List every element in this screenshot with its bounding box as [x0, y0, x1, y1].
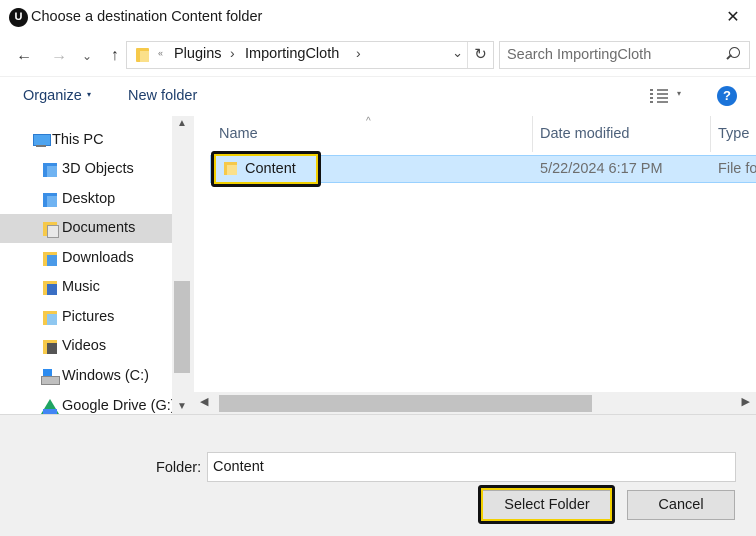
sidebar-item-label: Google Drive (G:): [62, 398, 176, 414]
dialog-footer: Folder: Select Folder Cancel: [0, 414, 756, 536]
sidebar-item-label: Windows (C:): [62, 368, 150, 384]
command-bar: Organize ▾ New folder ▾ ?: [0, 76, 756, 116]
sidebar-item-downloads[interactable]: Downloads: [0, 244, 172, 273]
back-button[interactable]: ←: [12, 44, 36, 68]
navigation-pane: This PC 3D Objects Desktop Documents Dow…: [0, 116, 176, 414]
file-date-modified: 5/22/2024 6:17 PM: [540, 161, 663, 177]
sidebar-item-windows-c[interactable]: Windows (C:): [0, 362, 172, 391]
sidebar-item-label: Music: [62, 279, 100, 295]
sidebar-item-3d-objects[interactable]: 3D Objects: [0, 155, 172, 184]
scroll-up-button[interactable]: ▲: [172, 118, 192, 129]
window-title: Choose a destination Content folder: [31, 9, 263, 25]
scrollbar-thumb[interactable]: [219, 395, 592, 412]
view-options-dropdown-icon[interactable]: ▾: [677, 89, 681, 98]
sidebar-item-label: This PC: [52, 132, 104, 148]
close-button[interactable]: ✕: [710, 0, 756, 36]
forward-button[interactable]: →: [47, 44, 71, 68]
sidebar-item-label: Videos: [62, 338, 107, 354]
sidebar-item-this-pc[interactable]: This PC: [0, 126, 172, 155]
desktop-folder-icon: [43, 192, 59, 207]
search-icon[interactable]: [724, 46, 742, 64]
file-type: File folder: [718, 161, 756, 177]
unreal-engine-icon: U: [9, 8, 28, 27]
sidebar-item-music[interactable]: Music: [0, 273, 172, 302]
title-bar: U Choose a destination Content folder ✕: [0, 0, 756, 36]
organize-dropdown-icon[interactable]: ▾: [87, 90, 91, 99]
column-header-type[interactable]: Type: [718, 126, 749, 142]
google-drive-icon: [41, 399, 59, 414]
scroll-right-button[interactable]: ▶: [742, 395, 750, 408]
navigation-bar: ← → ⌄ ↑ « Plugins › ImportingCloth › ⌄ ↻…: [0, 36, 756, 76]
breadcrumb-separator[interactable]: ›: [356, 45, 361, 61]
address-bar[interactable]: « Plugins › ImportingCloth › ⌄ ↻: [126, 41, 494, 69]
search-input[interactable]: Search ImportingCloth: [507, 47, 651, 63]
computer-icon: [32, 133, 51, 148]
help-button[interactable]: ?: [717, 86, 737, 106]
column-header-date-modified[interactable]: Date modified: [540, 126, 629, 142]
folder-3d-icon: [43, 162, 59, 177]
music-folder-icon: [43, 280, 59, 295]
cancel-button[interactable]: Cancel: [627, 490, 735, 520]
sidebar-item-pictures[interactable]: Pictures: [0, 303, 172, 332]
sidebar-item-videos[interactable]: Videos: [0, 332, 172, 361]
breadcrumb-overflow-button[interactable]: «: [158, 48, 163, 58]
folder-icon: [136, 48, 149, 62]
column-header-name[interactable]: Name: [219, 126, 258, 142]
documents-folder-icon: [43, 221, 59, 238]
highlight-content-folder: [211, 151, 321, 187]
sidebar-item-documents[interactable]: Documents: [0, 214, 172, 243]
videos-folder-icon: [43, 339, 59, 354]
folder-name-input[interactable]: [207, 452, 736, 482]
search-box[interactable]: Search ImportingCloth: [499, 41, 750, 69]
breadcrumb-importingcloth[interactable]: ImportingCloth: [245, 46, 339, 62]
sort-ascending-icon: ^: [366, 116, 371, 127]
recent-locations-button[interactable]: ⌄: [77, 44, 97, 68]
pictures-folder-icon: [43, 310, 59, 325]
breadcrumb-plugins[interactable]: Plugins: [174, 46, 222, 62]
view-options-icon[interactable]: [650, 88, 668, 104]
refresh-icon: ↻: [474, 46, 487, 63]
scroll-left-button[interactable]: ◀: [200, 395, 208, 408]
column-divider[interactable]: [532, 116, 533, 152]
refresh-button[interactable]: ↻: [467, 42, 493, 68]
breadcrumb-separator[interactable]: ›: [230, 45, 235, 61]
sidebar-item-label: 3D Objects: [62, 161, 134, 177]
sidebar-item-label: Pictures: [62, 309, 115, 325]
downloads-folder-icon: [43, 251, 59, 266]
highlight-select-folder: [478, 485, 615, 524]
organize-button[interactable]: Organize: [23, 88, 82, 104]
scrollbar-thumb[interactable]: [174, 281, 190, 373]
close-icon: ✕: [726, 9, 740, 26]
sidebar-item-desktop[interactable]: Desktop: [0, 185, 172, 214]
sidebar-item-label: Documents: [62, 220, 136, 236]
up-button[interactable]: ↑: [103, 44, 127, 68]
navigation-pane-scrollbar[interactable]: ▲ ▼: [172, 116, 192, 414]
horizontal-scrollbar[interactable]: ◀ ▶: [194, 392, 756, 414]
folder-label: Folder:: [156, 460, 202, 476]
address-dropdown-button[interactable]: ⌄: [452, 45, 463, 61]
new-folder-button[interactable]: New folder: [128, 88, 197, 104]
scroll-down-button[interactable]: ▼: [172, 401, 192, 412]
drive-icon: [41, 369, 60, 385]
sidebar-item-label: Downloads: [62, 250, 134, 266]
column-divider[interactable]: [710, 116, 711, 152]
sidebar-item-label: Desktop: [62, 191, 116, 207]
